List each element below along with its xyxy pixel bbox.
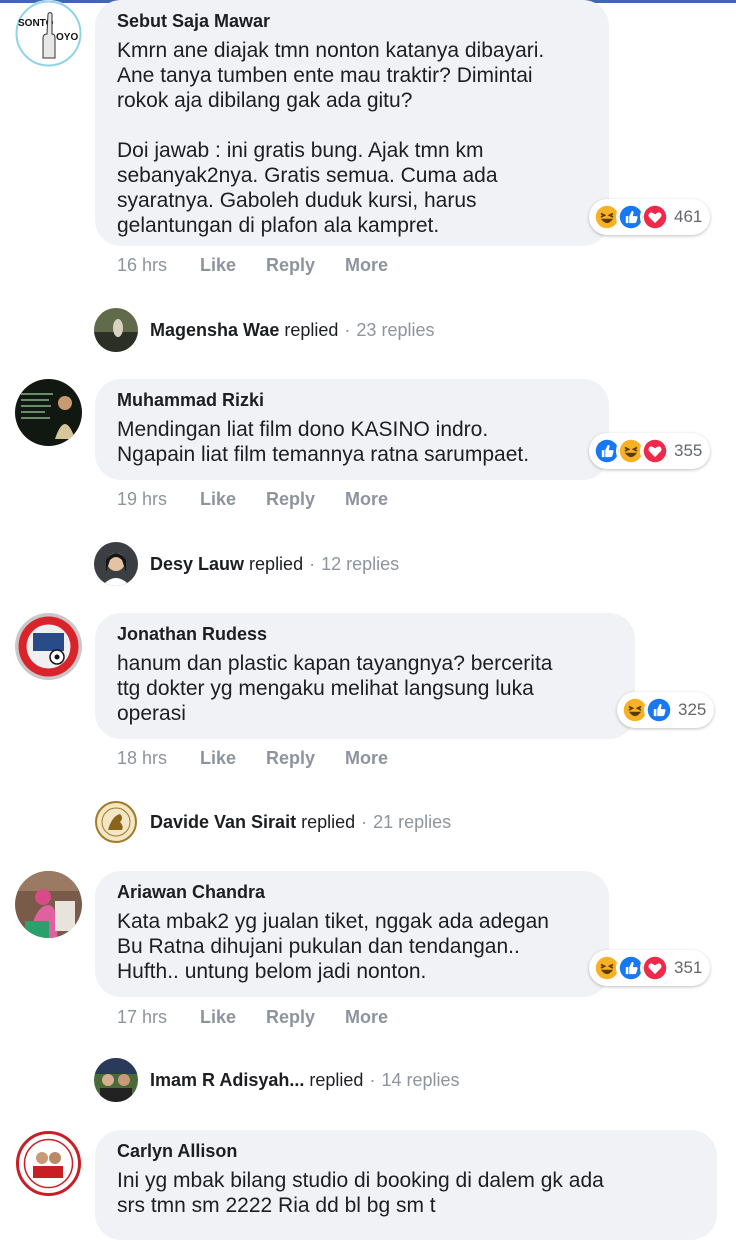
reply-link[interactable]: Reply — [266, 1005, 315, 1029]
replied-label: replied — [309, 1069, 364, 1090]
avatar[interactable] — [15, 1130, 82, 1197]
reply-link[interactable]: Reply — [266, 253, 315, 277]
reaction-count: 355 — [674, 441, 703, 460]
reaction-summary[interactable]: 461 — [589, 199, 711, 235]
avatar-image — [15, 1130, 82, 1197]
replied-label: replied — [249, 553, 304, 574]
like-reaction-icon — [644, 695, 674, 725]
reaction-summary[interactable]: 355 — [589, 433, 711, 469]
comment-author[interactable]: Carlyn Allison — [117, 1140, 695, 1162]
comment-text: Mendingan liat film dono KASINO indro. N… — [117, 418, 530, 466]
reply-author[interactable]: Davide Van Sirait — [150, 812, 296, 833]
reaction-count: 325 — [678, 700, 707, 719]
replies-summary[interactable]: Magensha Wae replied · 23 replies — [94, 307, 434, 353]
svg-text:OYO: OYO — [56, 32, 78, 43]
comment-actions: 19 hrs Like Reply More — [117, 487, 417, 511]
love-reaction-icon — [640, 436, 670, 466]
avatar — [94, 542, 138, 586]
reply-author[interactable]: Desy Lauw — [150, 554, 244, 575]
reaction-summary[interactable]: 325 — [617, 692, 715, 728]
comment-actions: 16 hrs Like Reply More — [117, 253, 417, 277]
comment-author[interactable]: Ariawan Chandra — [117, 881, 587, 903]
avatar[interactable] — [15, 613, 82, 680]
reply-count[interactable]: 12 replies — [321, 554, 399, 575]
comment-timestamp: 18 hrs — [117, 748, 168, 768]
more-link[interactable]: More — [345, 1005, 388, 1029]
comment-bubble: Ariawan Chandra Kata mbak2 yg jualan tik… — [95, 871, 609, 997]
separator: · — [369, 1069, 376, 1090]
avatar-image — [15, 379, 82, 446]
replies-summary[interactable]: Davide Van Sirait replied · 21 replies — [94, 799, 451, 845]
reply-link[interactable]: Reply — [266, 746, 315, 770]
replies-summary[interactable]: Desy Lauw replied · 12 replies — [94, 541, 399, 587]
replied-label: replied — [301, 811, 356, 832]
comment-bubble: Muhammad Rizki Mendingan liat film dono … — [95, 379, 609, 480]
comment-actions: 17 hrs Like Reply More — [117, 1005, 417, 1029]
comment-actions: 18 hrs Like Reply More — [117, 746, 417, 770]
separator: · — [344, 319, 351, 340]
comment-text: Kmrn ane diajak tmn nonton katanya dibay… — [117, 39, 545, 237]
like-link[interactable]: Like — [200, 1005, 236, 1029]
separator: · — [309, 553, 316, 574]
reaction-count: 461 — [674, 207, 703, 226]
comment-timestamp: 17 hrs — [117, 1007, 168, 1027]
reply-author[interactable]: Magensha Wae — [150, 320, 279, 341]
separator: · — [361, 811, 368, 832]
avatar[interactable] — [15, 871, 82, 938]
more-link[interactable]: More — [345, 487, 388, 511]
replied-label: replied — [284, 319, 339, 340]
avatar-image — [15, 871, 82, 938]
reply-author[interactable]: Imam R Adisyah... — [150, 1070, 304, 1091]
reply-count[interactable]: 23 replies — [356, 320, 434, 341]
comment-bubble: Carlyn Allison Ini yg mbak bilang studio… — [95, 1130, 717, 1240]
comment-text: Ini yg mbak bilang studio di booking di … — [117, 1169, 604, 1217]
more-link[interactable]: More — [345, 746, 388, 770]
avatar-image — [15, 613, 82, 680]
reply-count[interactable]: 21 replies — [373, 812, 451, 833]
like-link[interactable]: Like — [200, 253, 236, 277]
love-reaction-icon — [640, 953, 670, 983]
like-link[interactable]: Like — [200, 746, 236, 770]
reply-count[interactable]: 14 replies — [381, 1070, 459, 1091]
comment-bubble: Jonathan Rudess hanum dan plastic kapan … — [95, 613, 635, 739]
comment-timestamp: 19 hrs — [117, 489, 168, 509]
reply-link[interactable]: Reply — [266, 487, 315, 511]
comment-author[interactable]: Sebut Saja Mawar — [117, 10, 587, 32]
replies-summary[interactable]: Imam R Adisyah... replied · 14 replies — [94, 1057, 459, 1103]
avatar — [94, 1058, 138, 1102]
reaction-count: 351 — [674, 958, 703, 977]
comment-timestamp: 16 hrs — [117, 255, 168, 275]
avatar[interactable] — [15, 379, 82, 446]
more-link[interactable]: More — [345, 253, 388, 277]
avatar — [94, 308, 138, 352]
avatar[interactable]: SONTO OYO — [15, 0, 82, 67]
like-link[interactable]: Like — [200, 487, 236, 511]
comment-bubble: Sebut Saja Mawar Kmrn ane diajak tmn non… — [95, 0, 609, 246]
love-reaction-icon — [640, 202, 670, 232]
comment-text: hanum dan plastic kapan tayangnya? berce… — [117, 652, 553, 725]
avatar — [94, 800, 138, 844]
comment-text: Kata mbak2 yg jualan tiket, nggak ada ad… — [117, 910, 549, 983]
reaction-summary[interactable]: 351 — [589, 950, 711, 986]
avatar-image: SONTO OYO — [15, 0, 82, 67]
comment-author[interactable]: Muhammad Rizki — [117, 389, 587, 411]
comment-author[interactable]: Jonathan Rudess — [117, 623, 613, 645]
